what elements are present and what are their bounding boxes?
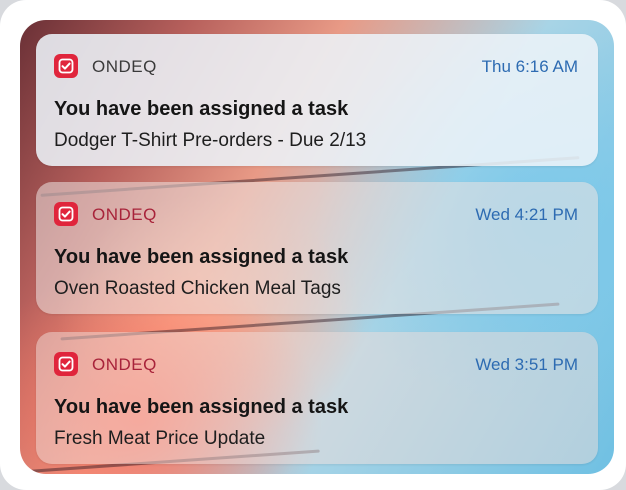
notification-body: Dodger T-Shirt Pre-orders - Due 2/13 (54, 130, 367, 151)
checkmark-icon (58, 58, 74, 74)
notification-body: Fresh Meat Price Update (54, 428, 266, 449)
notification-timestamp: Wed 3:51 PM (475, 355, 578, 374)
notification-card[interactable]: ONDEQ Wed 3:51 PM You have been assigned… (36, 332, 598, 464)
checkmark-icon (58, 356, 74, 372)
notification-card[interactable]: ONDEQ Thu 6:16 AM You have been assigned… (36, 34, 598, 166)
notification-title: You have been assigned a task (54, 98, 349, 120)
notification-body: Oven Roasted Chicken Meal Tags (54, 278, 341, 299)
notification-timestamp: Thu 6:16 AM (481, 57, 578, 76)
notification-title: You have been assigned a task (54, 396, 349, 418)
notification-timestamp: Wed 4:21 PM (475, 205, 578, 224)
ondeq-app-icon (54, 352, 78, 376)
app-name: ONDEQ (92, 57, 157, 76)
notification-title: You have been assigned a task (54, 246, 349, 268)
ondeq-app-icon (54, 202, 78, 226)
checkmark-icon (58, 206, 74, 222)
ondeq-app-icon (54, 54, 78, 78)
notification-card[interactable]: ONDEQ Wed 4:21 PM You have been assigned… (36, 182, 598, 314)
app-name: ONDEQ (92, 355, 157, 374)
app-name: ONDEQ (92, 205, 157, 224)
